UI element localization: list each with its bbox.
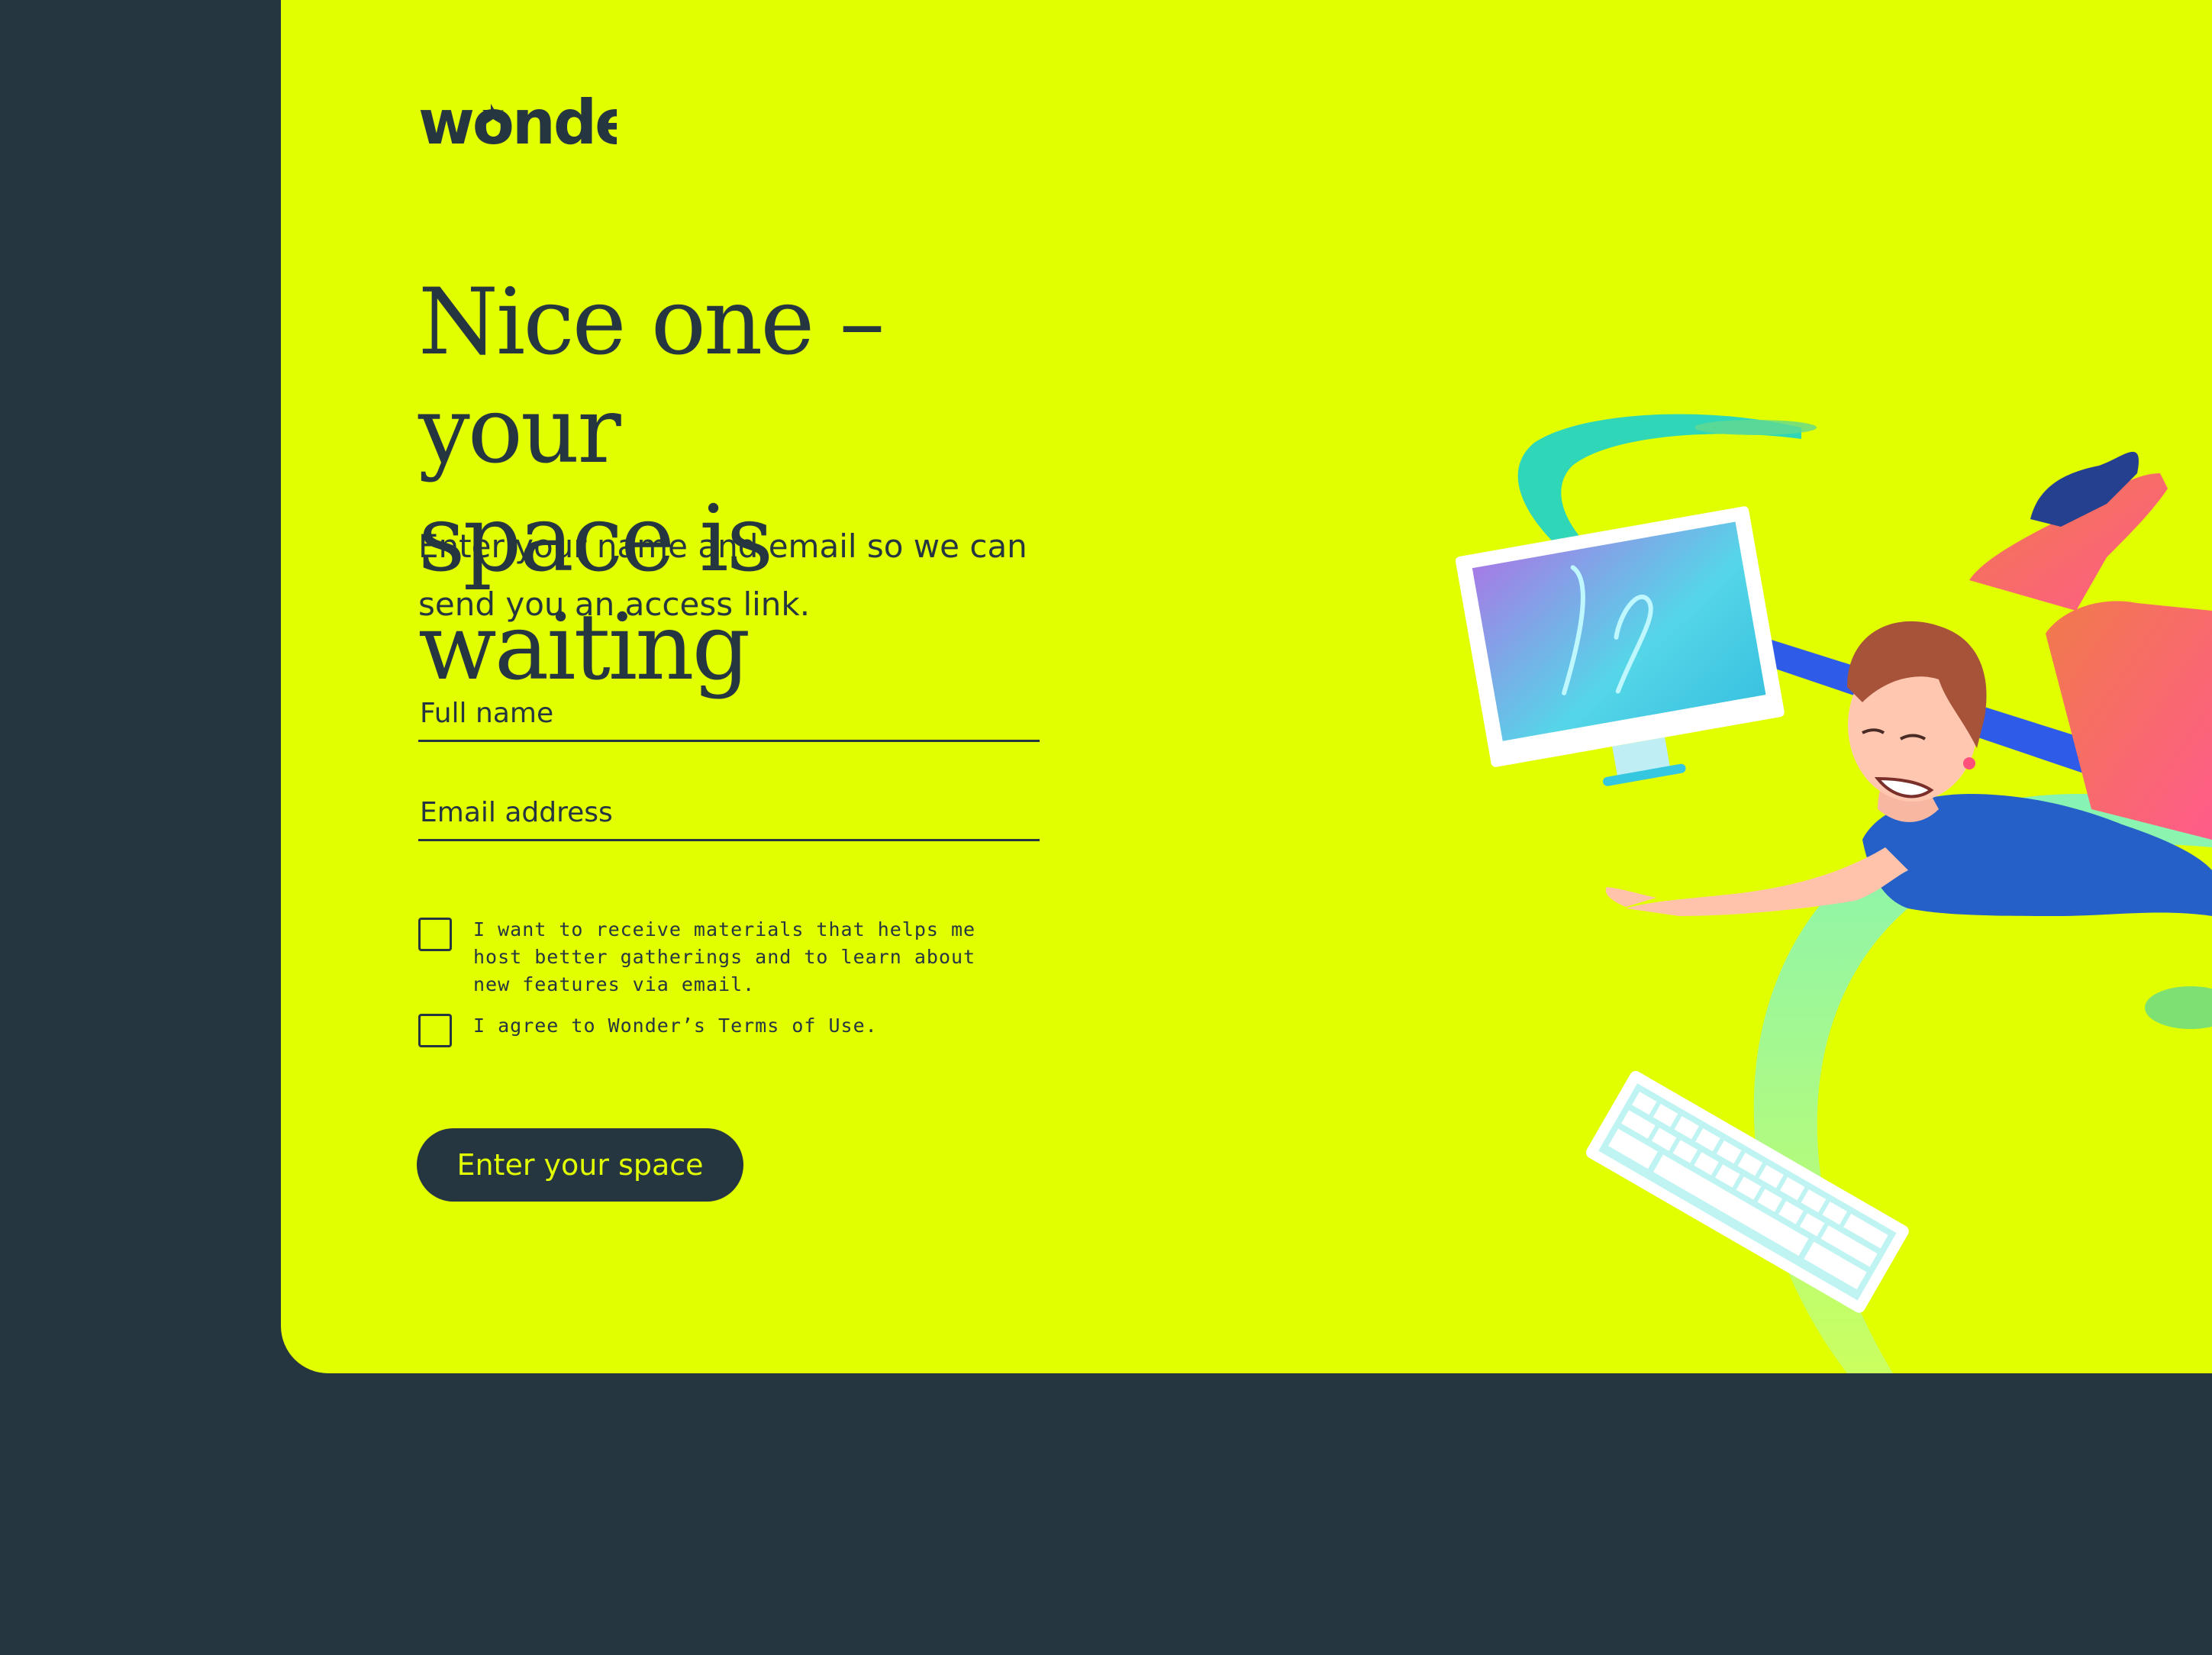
person-floating-with-computer-illustration <box>1455 414 2212 1373</box>
terms-checkbox[interactable] <box>418 1014 452 1047</box>
email-input[interactable] <box>418 786 1040 841</box>
page-title: Nice one – your space is waiting <box>418 269 1105 702</box>
enter-space-button[interactable]: Enter your space <box>417 1128 743 1202</box>
terms-row: I agree to Wonder’s Terms of Use. <box>418 1012 1023 1047</box>
wonder-logo-mark: wonder <box>418 90 617 156</box>
full-name-input[interactable] <box>418 687 1040 742</box>
marketing-optin-checkbox[interactable] <box>418 918 452 951</box>
svg-text:wonder: wonder <box>418 90 617 156</box>
marketing-optin-label: I want to receive materials that helps m… <box>473 918 976 995</box>
page-subtitle: Enter your name and email so we can send… <box>418 527 1027 623</box>
page-title-line1: Nice one – your <box>418 269 885 484</box>
terms-label: I agree to Wonder’s Terms of Use. <box>473 1015 878 1037</box>
marketing-optin-row: I want to receive materials that helps m… <box>418 916 1023 998</box>
